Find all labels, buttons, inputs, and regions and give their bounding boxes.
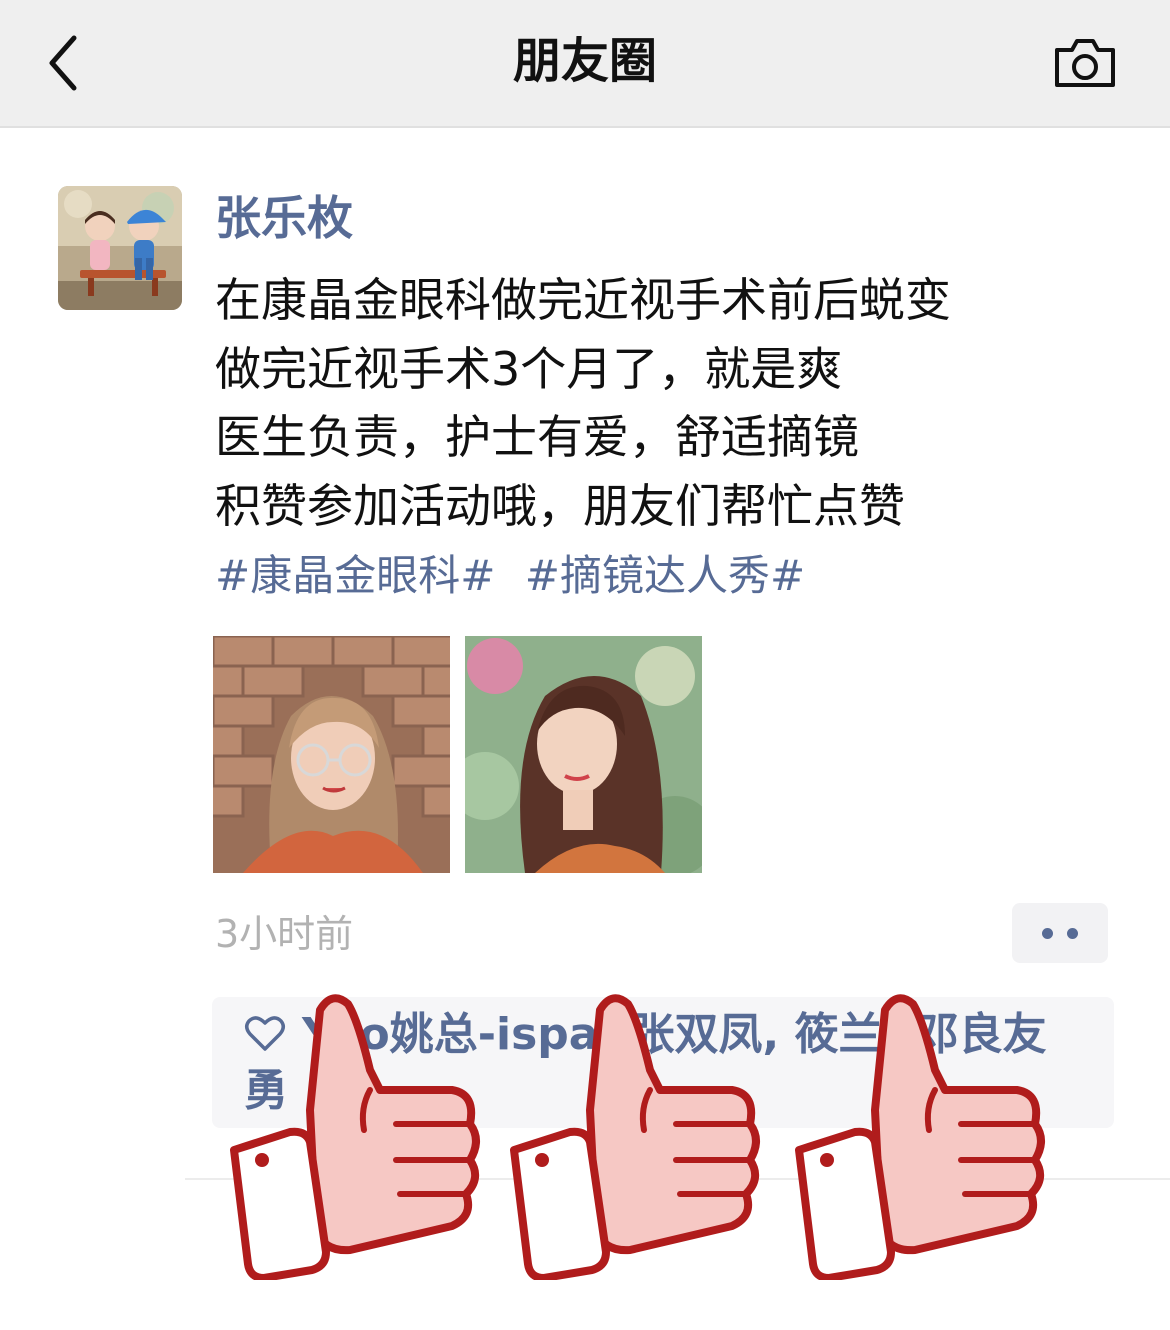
hashtag-link[interactable]: #摘镜达人秀# [525, 551, 805, 600]
post-text-line: 医生负责，护士有爱，舒适摘镜 [215, 410, 859, 464]
camera-icon [1055, 39, 1115, 87]
camera-button[interactable] [1052, 36, 1122, 96]
avatar[interactable] [58, 186, 182, 310]
photo-image [213, 636, 450, 873]
thumbs-up-icon [795, 994, 1045, 1280]
hashtag-link[interactable]: #康晶金眼科# [215, 551, 495, 600]
post-text-line: 做完近视手术3个月了，就是爽 [215, 341, 843, 396]
thumbs-up-icon [510, 994, 760, 1280]
avatar-image [58, 186, 182, 310]
hashtag-row: #康晶金眼科# #摘镜达人秀# [215, 546, 821, 606]
post-photo-2[interactable] [465, 636, 702, 873]
thumbs-up-icon [230, 994, 480, 1280]
nav-bar: 朋友圈 [0, 0, 1170, 128]
more-actions-button[interactable] [1012, 903, 1108, 963]
page-title: 朋友圈 [512, 33, 657, 89]
photo-image [465, 636, 702, 873]
post-photo-1[interactable] [213, 636, 450, 873]
post-text-line: 积赞参加活动哦，朋友们帮忙点赞 [215, 478, 905, 533]
post-text-line: 在康晶金眼科做完近视手术前后蜕变 [215, 273, 951, 327]
post-timestamp: 3小时前 [215, 912, 354, 956]
post-content: 在康晶金眼科做完近视手术前后蜕变 做完近视手术3个月了，就是爽 医生负责，护士有… [215, 266, 1115, 540]
post-author[interactable]: 张乐枚 [215, 186, 353, 250]
